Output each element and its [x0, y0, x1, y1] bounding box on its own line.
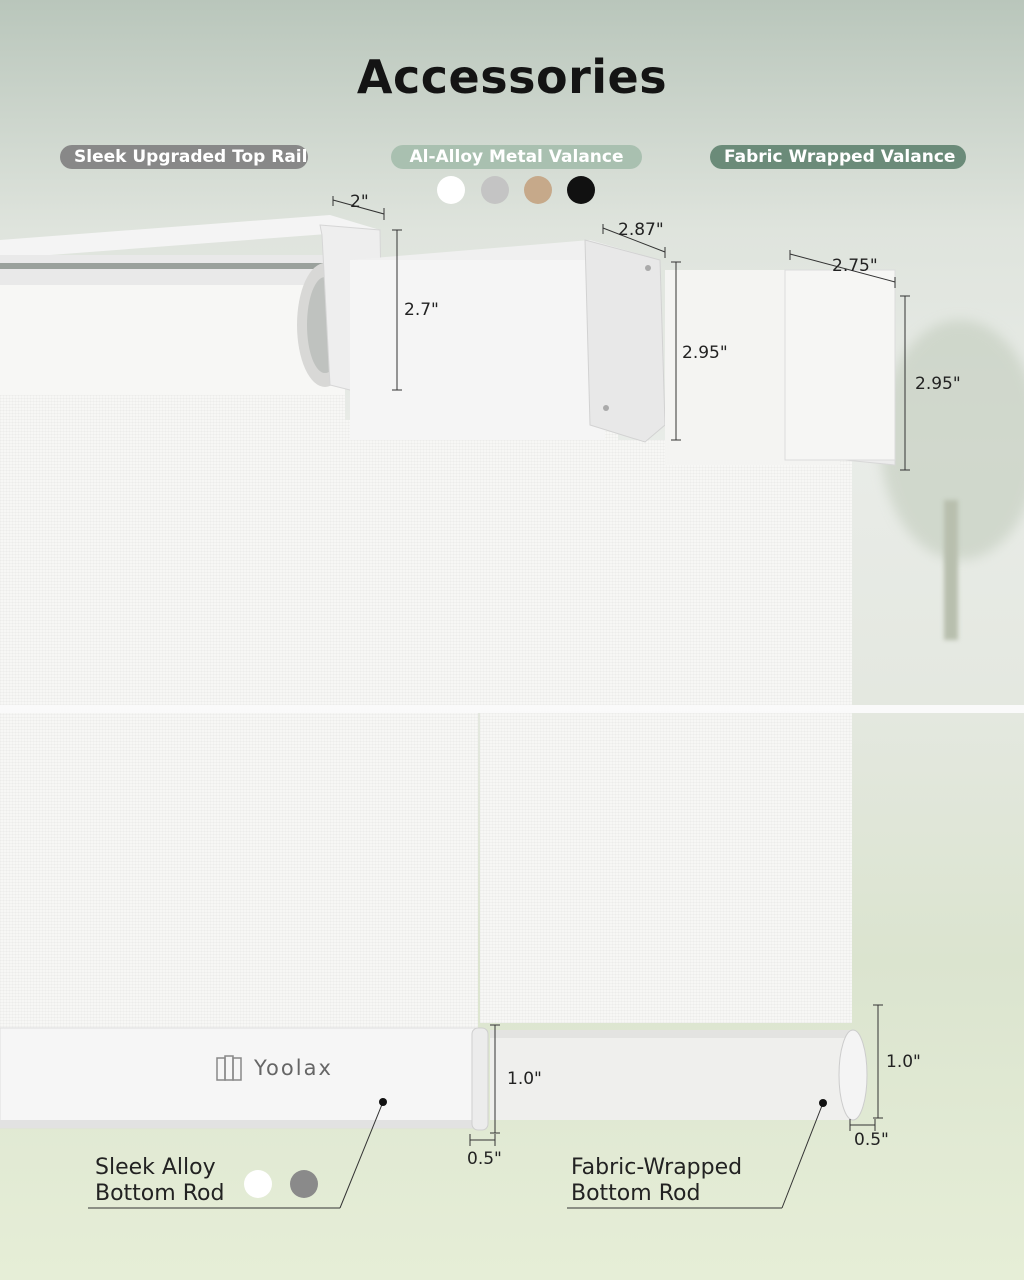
rail-height-dimension: 2.7" [404, 300, 439, 320]
metal-height-dimension: 2.95" [682, 343, 728, 363]
section-divider [0, 705, 1024, 713]
alloy-rod-caption: Sleek Alloy Bottom Rod [95, 1155, 224, 1207]
alloy-rod-caption-line2: Bottom Rod [95, 1181, 225, 1206]
rod-color-swatch-white [244, 1170, 272, 1198]
alloy-rod-caption-line1: Sleek Alloy [95, 1155, 216, 1180]
top-dimension-lines [332, 196, 910, 471]
background-tree-trunk [944, 500, 958, 640]
fabric-height-dimension: 2.95" [915, 374, 961, 394]
shade-fabric-bottom-right [480, 713, 852, 1023]
rod-color-swatch-gray [290, 1170, 318, 1198]
rail-depth-dimension: 2" [350, 192, 369, 212]
fabric-rod-caption-line1: Fabric-Wrapped [571, 1155, 743, 1180]
alloy-rod-depth-dimension: 0.5" [467, 1149, 502, 1169]
shade-fabric-bottom-left [0, 713, 478, 1033]
metal-depth-dimension: 2.87" [618, 220, 664, 240]
fabric-rod-caption: Fabric-Wrapped Bottom Rod [571, 1155, 742, 1207]
alloy-rod-height-dimension: 1.0" [507, 1069, 542, 1089]
fabric-depth-dimension: 2.75" [832, 256, 878, 276]
fabric-rod-height-dimension: 1.0" [886, 1052, 921, 1072]
fabric-rod-caption-line2: Bottom Rod [571, 1181, 701, 1206]
fabric-rod-depth-dimension: 0.5" [854, 1130, 889, 1150]
